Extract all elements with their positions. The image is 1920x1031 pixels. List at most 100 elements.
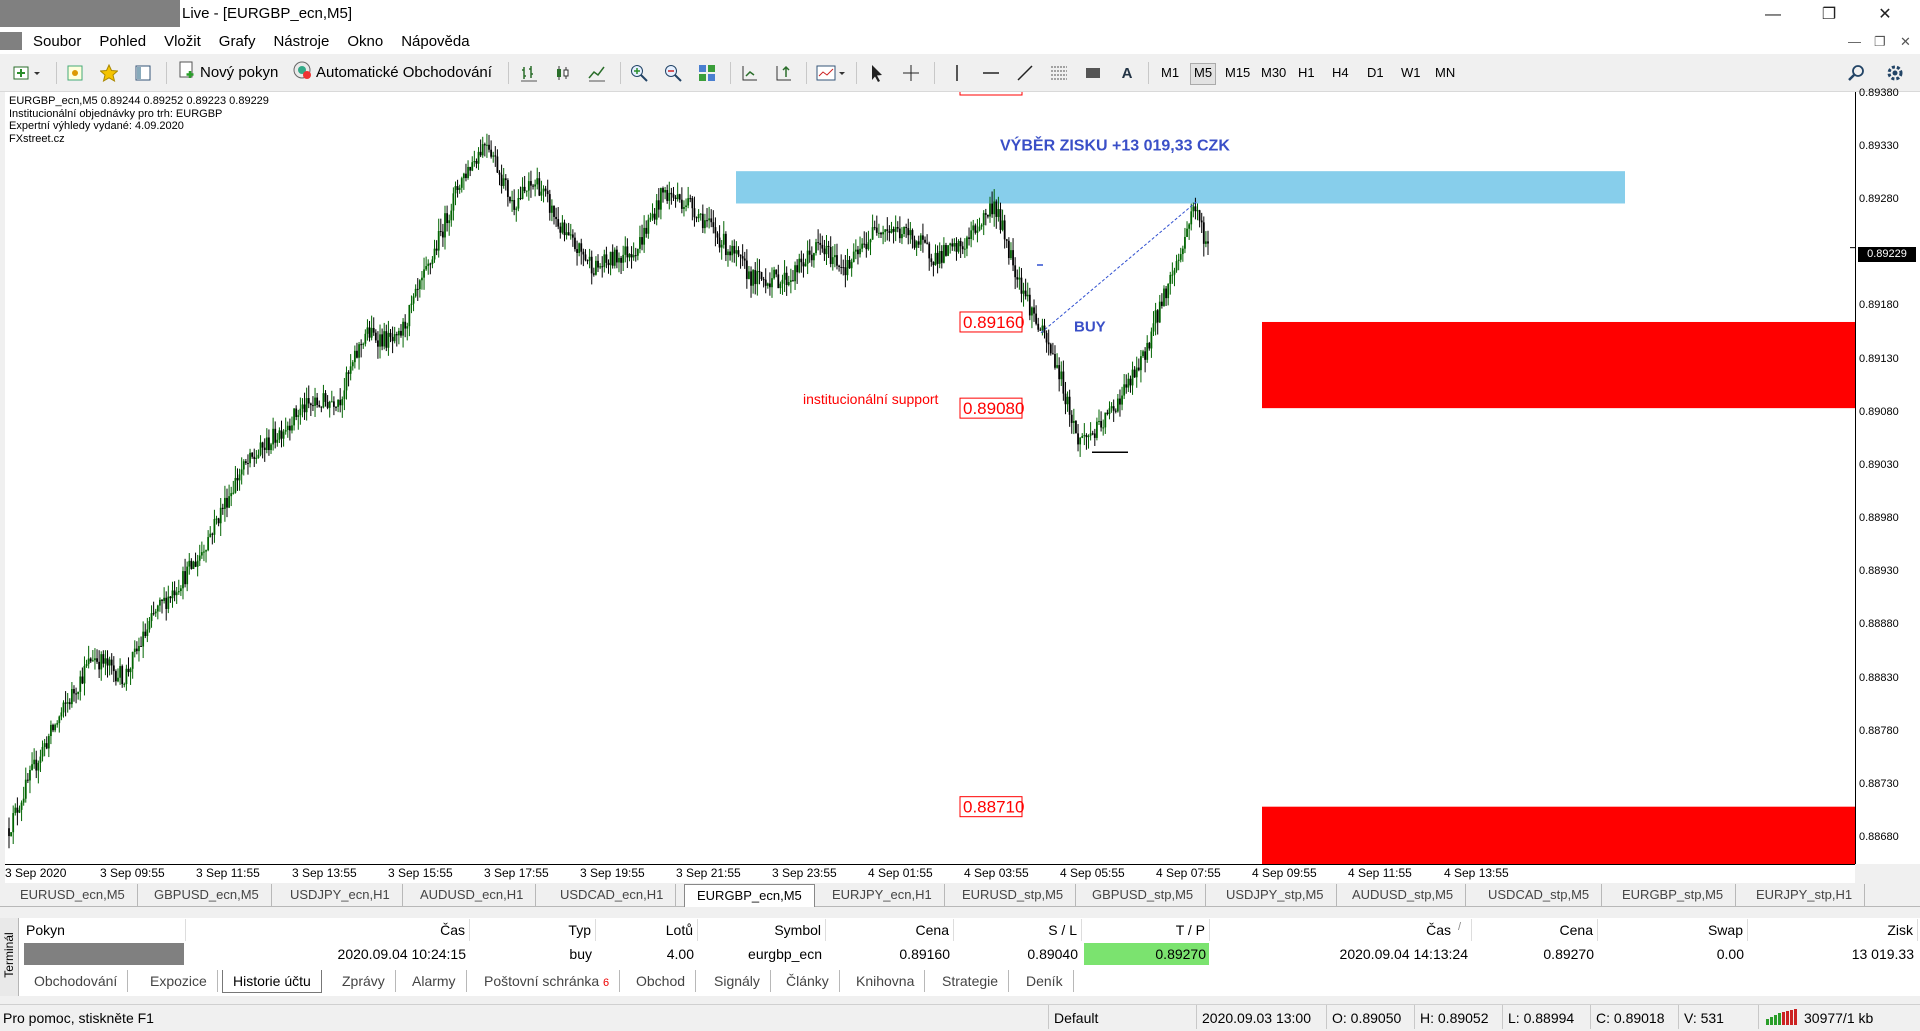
chart-tab[interactable]: EURUSD_stp,M5 xyxy=(950,884,1077,906)
vertical-line-icon[interactable] xyxy=(946,62,968,84)
minimize-button[interactable]: — xyxy=(1750,0,1796,29)
col-header-cena-open[interactable]: Cena xyxy=(826,919,954,941)
chart-tab[interactable]: EURGBP_stp,M5 xyxy=(1610,884,1737,906)
favorites-icon[interactable] xyxy=(98,62,120,84)
trendline-icon[interactable] xyxy=(1014,62,1036,84)
cell-close-price[interactable]: 0.89270 xyxy=(1472,943,1598,965)
cell-lots[interactable]: 4.00 xyxy=(596,943,698,965)
terminal-tab-knihovna[interactable]: Knihovna xyxy=(846,970,926,992)
terminal-tab-historie-uctu[interactable]: Historie účtu xyxy=(222,970,322,993)
chart-tab[interactable]: AUDUSD_ecn,H1 xyxy=(408,884,537,906)
indicators-icon[interactable] xyxy=(814,62,848,84)
col-header-cas-close[interactable]: Čas xyxy=(1210,919,1472,941)
candle-body xyxy=(869,239,872,243)
cursor-icon[interactable] xyxy=(866,62,888,84)
terminal-tab-postovni-schranka[interactable]: Poštovní schránka xyxy=(474,970,621,992)
tile-windows-icon[interactable] xyxy=(696,62,718,84)
terminal-tab-zpravy[interactable]: Zprávy xyxy=(332,970,396,992)
fibonacci-icon[interactable] xyxy=(1048,62,1070,84)
navigator-icon[interactable] xyxy=(132,62,154,84)
timeframe-h1[interactable]: H1 xyxy=(1295,63,1318,83)
terminal-tab-denik[interactable]: Deník xyxy=(1016,970,1074,992)
terminal-tab-clanky[interactable]: Články xyxy=(776,970,840,992)
restore-button[interactable]: ❐ xyxy=(1806,0,1852,29)
close-button[interactable]: ✕ xyxy=(1862,0,1908,29)
cell-swap[interactable]: 0.00 xyxy=(1598,943,1748,965)
timeframe-mn[interactable]: MN xyxy=(1432,63,1458,83)
profiles-icon[interactable] xyxy=(64,62,86,84)
horizontal-line-icon[interactable] xyxy=(980,62,1002,84)
chart-shift-icon[interactable] xyxy=(772,62,794,84)
autoscroll-icon[interactable] xyxy=(738,62,760,84)
col-header-cas-open[interactable]: Čas xyxy=(186,919,470,941)
mdi-restore-button[interactable]: ❐ xyxy=(1874,29,1886,54)
new-chart-icon[interactable] xyxy=(10,62,44,84)
settings-icon[interactable] xyxy=(1884,62,1906,84)
col-header-sl[interactable]: S / L xyxy=(954,919,1082,941)
terminal-tab-signaly[interactable]: Signály xyxy=(704,970,771,992)
zoom-out-icon[interactable] xyxy=(662,62,684,84)
cell-symbol[interactable]: eurgbp_ecn xyxy=(698,943,826,965)
autotrading-button[interactable]: Automatické Obchodování xyxy=(292,61,492,83)
candle-chart-icon[interactable] xyxy=(552,62,574,84)
status-profile[interactable]: Default xyxy=(1054,1010,1098,1026)
cell-close-time[interactable]: 2020.09.04 14:13:24 xyxy=(1210,943,1472,965)
menu-nastroje[interactable]: Nástroje xyxy=(264,29,338,54)
new-order-button[interactable]: Nový pokyn xyxy=(178,61,278,83)
terminal-tab-strategie[interactable]: Strategie xyxy=(932,970,1010,992)
chart-tab[interactable]: USDJPY_ecn,H1 xyxy=(278,884,403,906)
col-header-lotu[interactable]: Lotů xyxy=(596,919,698,941)
zoom-in-icon[interactable] xyxy=(628,62,650,84)
timeframe-d1[interactable]: D1 xyxy=(1364,63,1387,83)
timeframe-m15[interactable]: M15 xyxy=(1222,63,1253,83)
mdi-minimize-button[interactable]: — xyxy=(1848,29,1861,54)
cell-open-time[interactable]: 2020.09.04 10:24:15 xyxy=(186,943,470,965)
cell-tp[interactable]: 0.89270 xyxy=(1082,943,1210,965)
col-header-cena-close[interactable]: Cena xyxy=(1472,919,1598,941)
col-header-symbol[interactable]: Symbol xyxy=(698,919,826,941)
rectangle-icon[interactable] xyxy=(1082,62,1104,84)
menu-soubor[interactable]: Soubor xyxy=(24,29,90,54)
col-header-typ[interactable]: Typ xyxy=(470,919,596,941)
cell-profit[interactable]: 13 019.33 xyxy=(1748,943,1918,965)
crosshair-icon[interactable] xyxy=(900,62,922,84)
menu-grafy[interactable]: Grafy xyxy=(210,29,265,54)
chart-tab[interactable]: AUDUSD_stp,M5 xyxy=(1340,884,1467,906)
timeframe-w1[interactable]: W1 xyxy=(1398,63,1424,83)
col-header-swap[interactable]: Swap xyxy=(1598,919,1748,941)
col-header-tp[interactable]: T / P xyxy=(1082,919,1210,941)
chart-tab[interactable]: EURJPY_stp,H1 xyxy=(1744,884,1866,906)
timeframe-m30[interactable]: M30 xyxy=(1258,63,1289,83)
bar-chart-icon[interactable] xyxy=(518,62,540,84)
chart-tab[interactable]: USDCAD_stp,M5 xyxy=(1476,884,1603,906)
terminal-tab-obchodovani[interactable]: Obchodování xyxy=(24,970,129,992)
chart-tab[interactable]: GBPUSD_stp,M5 xyxy=(1080,884,1207,906)
chart-tab[interactable]: EURJPY_ecn,H1 xyxy=(820,884,945,906)
terminal-tab-expozice[interactable]: Expozice xyxy=(140,970,218,992)
chart-tab-active[interactable]: EURGBP_ecn,M5 xyxy=(684,884,815,907)
chart-tab[interactable]: USDJPY_stp,M5 xyxy=(1214,884,1337,906)
timeframe-m1[interactable]: M1 xyxy=(1158,63,1182,83)
cell-sl[interactable]: 0.89040 xyxy=(954,943,1082,965)
menu-pohled[interactable]: Pohled xyxy=(90,29,155,54)
line-chart-icon[interactable] xyxy=(586,62,608,84)
terminal-tab-alarmy[interactable]: Alarmy xyxy=(402,970,467,992)
mdi-close-button[interactable]: ✕ xyxy=(1900,29,1911,54)
cell-open-price[interactable]: 0.89160 xyxy=(826,943,954,965)
cell-type[interactable]: buy xyxy=(470,943,596,965)
chart-tab[interactable]: GBPUSD_ecn,M5 xyxy=(142,884,272,906)
menu-vlozit[interactable]: Vložit xyxy=(155,29,210,54)
menu-okno[interactable]: Okno xyxy=(338,29,392,54)
chart-tab[interactable]: EURUSD_ecn,M5 xyxy=(8,884,138,906)
col-header-pokyn[interactable]: Pokyn xyxy=(22,919,186,941)
price-chart[interactable]: 0.89380 0.89160 0.89080 0.88710 VÝBĚR ZISKU … xyxy=(5,92,1855,864)
candle-body xyxy=(813,253,815,261)
chart-tab[interactable]: USDCAD_ecn,H1 xyxy=(548,884,677,906)
terminal-tab-obchod[interactable]: Obchod xyxy=(626,970,697,992)
col-header-zisk[interactable]: Zisk xyxy=(1748,919,1918,941)
menu-napoveda[interactable]: Nápověda xyxy=(392,29,478,54)
text-icon[interactable]: A xyxy=(1116,62,1138,84)
search-icon[interactable] xyxy=(1846,62,1868,84)
timeframe-h4[interactable]: H4 xyxy=(1329,63,1352,83)
timeframe-m5[interactable]: M5 xyxy=(1190,63,1217,85)
